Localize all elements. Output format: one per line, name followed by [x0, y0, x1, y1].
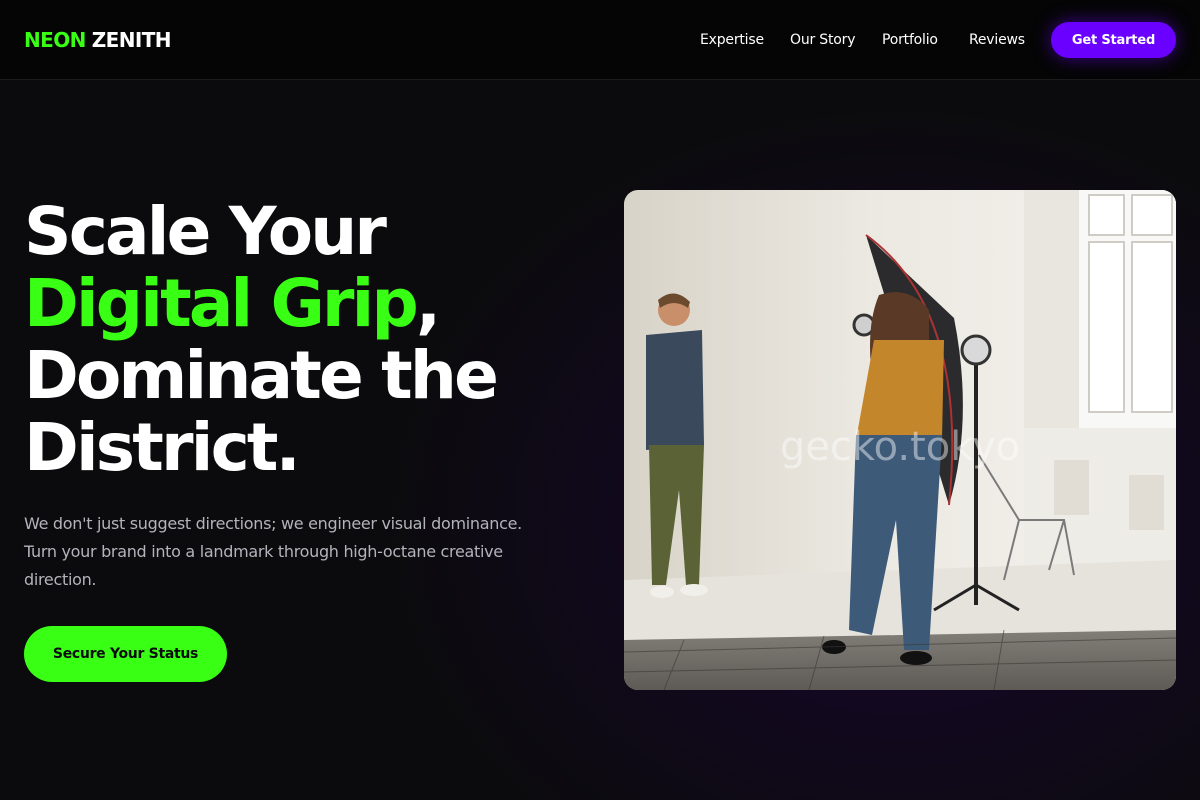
headline-line-1: Scale Your — [24, 193, 387, 270]
nav-link-portfolio[interactable]: Portfolio — [882, 30, 938, 50]
top-navbar: NEON ZENITH Expertise Our Story Portfolio… — [0, 0, 1200, 80]
brand-name-part1: NEON — [24, 28, 86, 52]
headline-line-2: Digital Grip, — [24, 268, 604, 340]
photo-studio-illustration: gecko.tokyo — [624, 190, 1176, 690]
secure-your-status-button[interactable]: Secure Your Status — [24, 626, 227, 682]
headline-line-3: Dominate the — [24, 337, 499, 414]
nav-link-expertise[interactable]: Expertise — [700, 30, 764, 50]
hero-subtext: We don't just suggest directions; we eng… — [24, 514, 522, 589]
brand-logo[interactable]: NEON ZENITH — [24, 28, 171, 52]
brand-name-part2: ZENITH — [91, 28, 172, 52]
headline-line-4: District. — [24, 409, 301, 486]
headline-accent: Digital Grip — [24, 265, 419, 342]
hero-headline: Scale Your Digital Grip, Dominate the Di… — [24, 196, 604, 484]
nav-link-reviews[interactable]: Reviews — [969, 30, 1025, 50]
headline-comma: , — [415, 265, 441, 342]
hero-photo: gecko.tokyo — [624, 190, 1176, 690]
nav-link-our-story[interactable]: Our Story — [790, 30, 855, 50]
get-started-button[interactable]: Get Started — [1051, 22, 1176, 58]
photo-watermark: gecko.tokyo — [780, 424, 1020, 470]
